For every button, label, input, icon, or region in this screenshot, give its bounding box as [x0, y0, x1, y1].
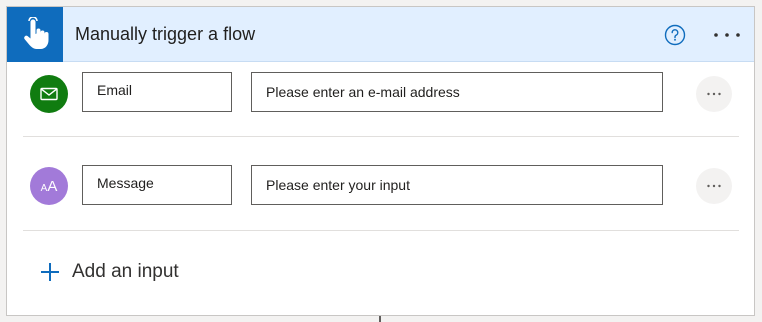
add-input-button[interactable]: Add an input [40, 257, 179, 287]
flow-connector-line [379, 316, 381, 322]
help-circle-icon[interactable] [664, 24, 686, 46]
trigger-icon-box [7, 7, 63, 62]
trigger-header[interactable]: Manually trigger a flow [7, 7, 754, 62]
input-placeholder-field[interactable]: Please enter your input [251, 165, 663, 205]
input-row-message: AA Message Please enter your input [7, 159, 754, 219]
row-divider [23, 136, 739, 137]
message-avatar: AA [30, 167, 68, 205]
more-ellipsis-icon[interactable] [712, 24, 742, 46]
input-name-field[interactable]: Message [82, 165, 232, 205]
text-aa-icon: AA [30, 167, 68, 205]
email-avatar [30, 75, 68, 113]
row-more-button[interactable] [696, 76, 732, 112]
row-divider [23, 230, 739, 231]
input-name-field[interactable]: Email [82, 72, 232, 112]
trigger-card: Manually trigger a flow Email Please ent… [6, 6, 755, 316]
add-input-label: Add an input [72, 261, 179, 282]
input-placeholder-field[interactable]: Please enter an e-mail address [251, 72, 663, 112]
row-more-button[interactable] [696, 168, 732, 204]
plus-icon [41, 263, 59, 281]
more-ellipsis-icon [707, 92, 721, 96]
touch-hand-icon [24, 16, 49, 49]
more-ellipsis-icon [707, 184, 721, 188]
input-row-email: Email Please enter an e-mail address [7, 66, 754, 126]
page-title: Manually trigger a flow [75, 24, 256, 44]
email-envelope-icon [30, 75, 68, 113]
